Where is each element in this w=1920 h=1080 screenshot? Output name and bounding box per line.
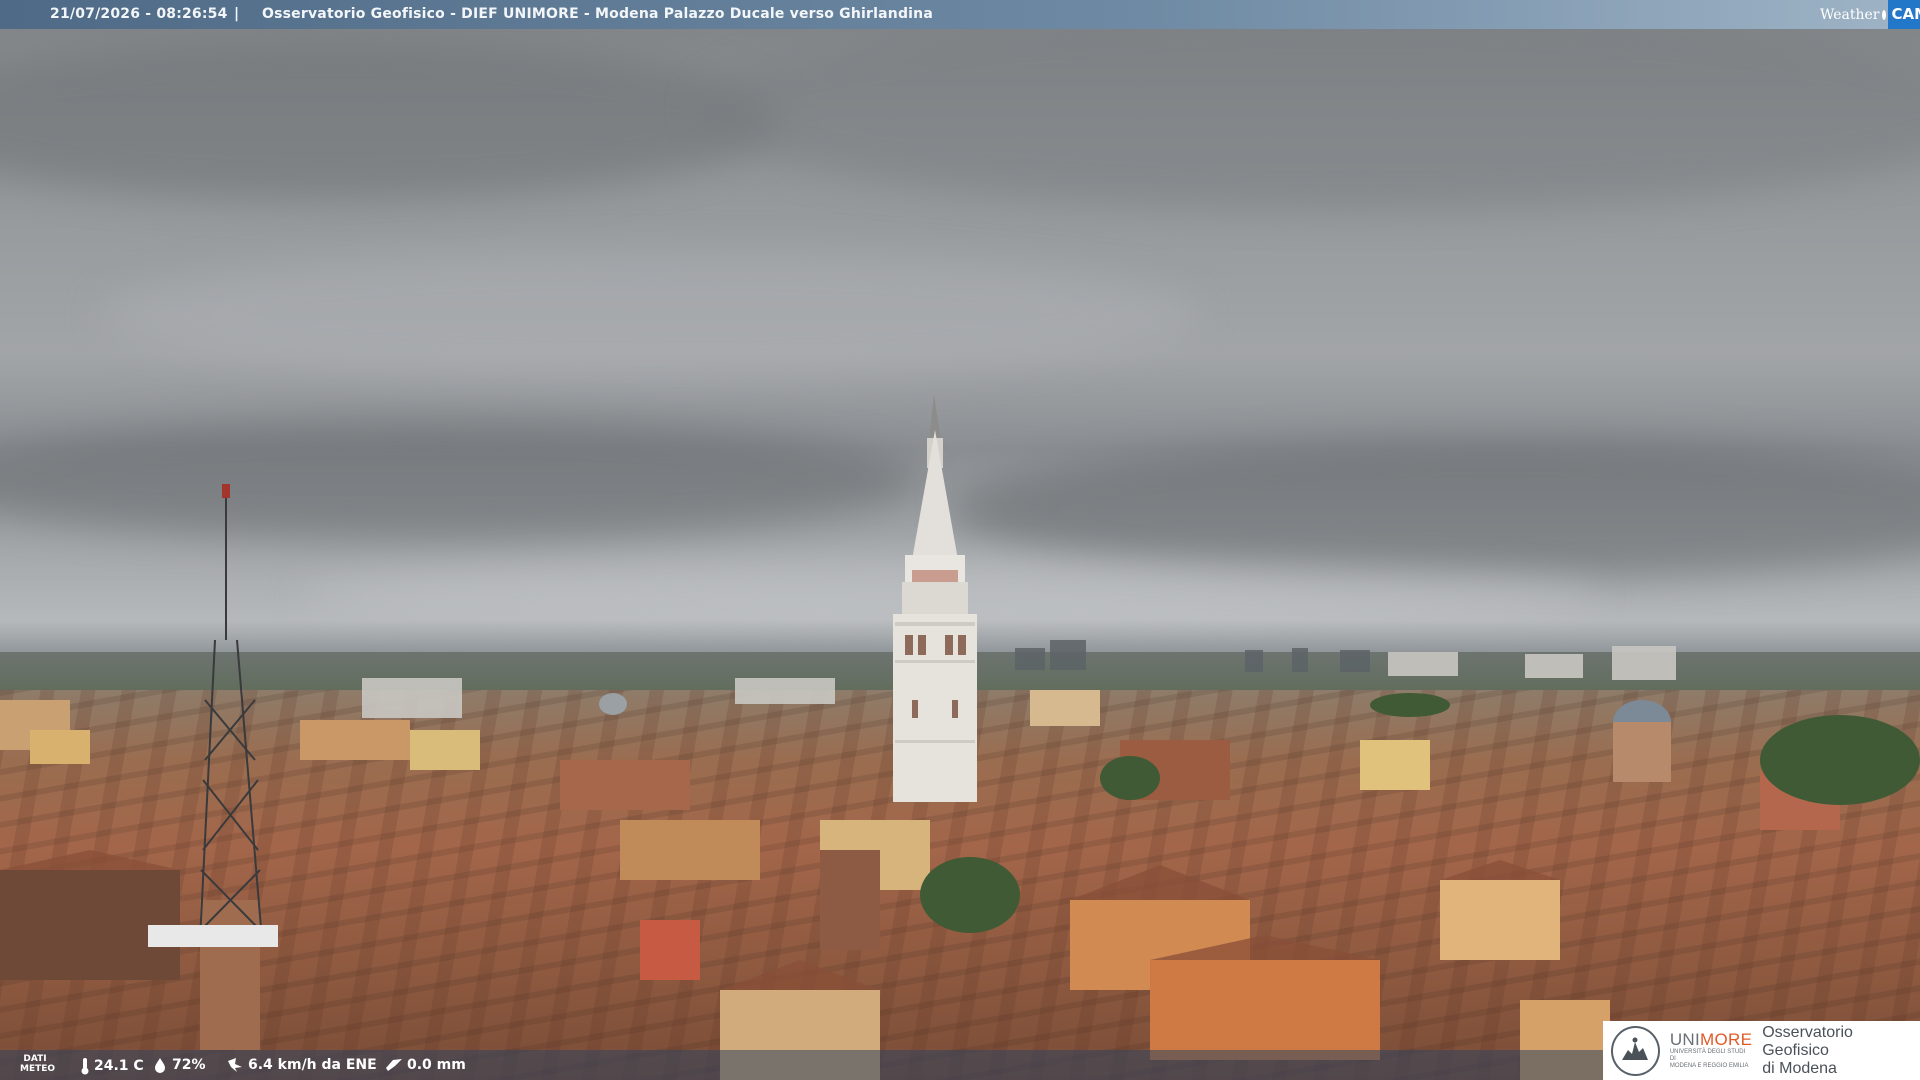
- header-separator: |: [234, 6, 240, 22]
- weather-label: DATI METEO: [20, 1054, 56, 1074]
- rain-icon: [385, 1058, 403, 1072]
- rain-readout: 0.0 mm: [385, 1057, 466, 1073]
- header-bar: 21/07/2026 - 08:26:54 | Osservatorio Geo…: [0, 0, 1920, 29]
- observatory-line-1: Osservatorio Geofisico: [1762, 1023, 1853, 1059]
- unimore-prefix: UNI: [1669, 1030, 1701, 1049]
- temperature-readout: 24.1 C: [80, 1057, 144, 1075]
- timestamp: 21/07/2026 - 08:26:54: [50, 6, 228, 22]
- unimore-badge: UNIMORE UNIVERSITÀ DEGLI STUDI DI MODENA…: [1603, 1021, 1920, 1080]
- humidity-value: 72%: [172, 1057, 206, 1073]
- unimore-wordmark: UNIMORE UNIVERSITÀ DEGLI STUDI DI MODENA…: [1670, 1031, 1752, 1070]
- weathercam-dot-icon: [1881, 9, 1886, 20]
- observatory-name: Osservatorio Geofisico di Modena: [1762, 1024, 1920, 1078]
- weathercam-logo: Weather CAM: [1816, 0, 1920, 29]
- webcam-image: [0, 0, 1920, 1080]
- rain-value: 0.0 mm: [407, 1057, 466, 1073]
- humidity-drop-icon: [152, 1057, 168, 1073]
- thermometer-icon: [80, 1057, 90, 1075]
- wind-value: 6.4 km/h da ENE: [248, 1057, 377, 1073]
- humidity-readout: 72%: [152, 1057, 206, 1073]
- unimore-subtitle-1: UNIVERSITÀ DEGLI STUDI DI: [1669, 1049, 1746, 1062]
- unimore-seal-icon: [1611, 1025, 1660, 1076]
- temperature-value: 24.1 C: [94, 1058, 144, 1074]
- unimore-accent: MORE: [1700, 1030, 1753, 1049]
- camera-location: Osservatorio Geofisico - DIEF UNIMORE - …: [262, 6, 933, 22]
- weathercam-logo-cam: CAM: [1887, 0, 1920, 29]
- observatory-line-2: di Modena: [1762, 1059, 1837, 1077]
- wind-readout: 6.4 km/h da ENE: [226, 1057, 377, 1073]
- wind-icon: [226, 1057, 244, 1073]
- unimore-subtitle-2: MODENA E REGGIO EMILIA: [1669, 1063, 1749, 1069]
- weathercam-logo-weather: Weather: [1820, 6, 1880, 23]
- cloudy-sky: [0, 0, 1920, 680]
